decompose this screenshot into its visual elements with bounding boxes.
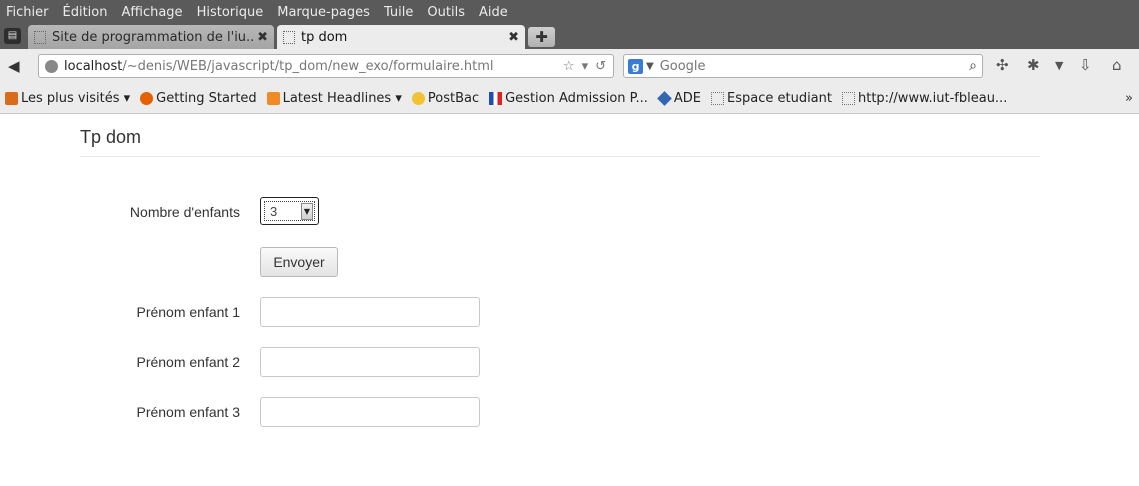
addon-icon[interactable]: ✣ xyxy=(996,56,1009,74)
dropdown-arrow-icon[interactable]: ▾ xyxy=(582,59,589,74)
bookmark-label: Getting Started xyxy=(156,91,257,106)
flag-icon xyxy=(489,92,503,105)
url-text[interactable]: localhost/~denis/WEB/javascript/tp_dom/n… xyxy=(64,59,563,74)
select-value: 3 xyxy=(270,203,278,219)
bookmark-label: ADE xyxy=(673,91,701,106)
menu-edit[interactable]: Édition xyxy=(63,5,108,20)
search-icon[interactable]: ⌕ xyxy=(969,58,977,74)
chevron-down-icon[interactable]: ▼ xyxy=(301,202,313,220)
reload-icon[interactable]: ↺ xyxy=(595,59,606,74)
chevron-right-icon[interactable]: » xyxy=(1125,91,1133,106)
tab-label: tp dom xyxy=(301,29,348,45)
menu-tile[interactable]: Tuile xyxy=(384,5,413,20)
page-content: Tp dom Nombre d'enfants 3 ▼ Envoyer Prén… xyxy=(0,115,1139,486)
bookmark-ade[interactable]: ADE xyxy=(657,91,701,106)
search-input[interactable] xyxy=(659,58,970,74)
select-focus-ring: 3 ▼ xyxy=(264,201,315,221)
bookmark-label: Espace etudiant xyxy=(727,91,832,106)
page-icon xyxy=(283,30,295,44)
tab-site-programmation[interactable]: Site de programmation de l'iu... ✖ xyxy=(28,25,274,49)
close-icon[interactable]: ✖ xyxy=(257,30,268,45)
menu-help[interactable]: Aide xyxy=(479,5,508,20)
tab-label: Site de programmation de l'iu... xyxy=(52,29,254,45)
bookmark-label: Les plus visités ▾ xyxy=(21,91,131,106)
children-count-label: Nombre d'enfants xyxy=(129,204,240,220)
bug-icon[interactable]: ✱ xyxy=(1027,56,1040,74)
send-button[interactable]: Envoyer xyxy=(260,247,338,277)
navigation-bar: ◀ localhost/~denis/WEB/javascript/tp_dom… xyxy=(0,49,1139,84)
ade-icon xyxy=(657,91,672,106)
home-icon[interactable]: ⌂ xyxy=(1112,56,1122,74)
folder-icon xyxy=(5,92,18,105)
blank-page-icon xyxy=(841,92,855,105)
bookmarks-toolbar: Les plus visités ▾ Getting Started Lates… xyxy=(0,84,1139,114)
search-bar[interactable]: g ▼ ⌕ xyxy=(623,54,983,78)
menu-history[interactable]: Historique xyxy=(197,5,264,20)
bookmark-label: Latest Headlines ▾ xyxy=(282,91,402,106)
bookmark-getting-started[interactable]: Getting Started xyxy=(140,91,257,106)
menu-view[interactable]: Affichage xyxy=(121,5,182,20)
page-icon xyxy=(34,30,46,44)
bookmark-postbac[interactable]: PostBac xyxy=(411,91,480,106)
bookmark-label: PostBac xyxy=(427,91,480,106)
child-name-input-3[interactable] xyxy=(260,397,480,427)
medal-icon xyxy=(411,92,425,105)
tab-tp-dom[interactable]: tp dom ✖ xyxy=(277,25,525,49)
firefox-icon xyxy=(140,92,154,105)
rss-icon xyxy=(266,92,280,105)
menu-file[interactable]: Fichier xyxy=(6,5,49,20)
download-icon[interactable]: ⇩ xyxy=(1079,56,1092,74)
globe-icon xyxy=(45,59,58,73)
bookmark-star-icon[interactable]: ☆ xyxy=(563,59,575,74)
tab-strip: ▤ Site de programmation de l'iu... ✖ tp … xyxy=(0,24,1139,49)
child-name-label-3: Prénom enfant 3 xyxy=(136,404,240,420)
divider xyxy=(80,156,1040,157)
dropdown-arrow-icon[interactable]: ▼ xyxy=(1055,59,1063,72)
bookmark-iut-fbleau[interactable]: http://www.iut-fbleau... xyxy=(841,91,1008,106)
bookmark-gestion-admission[interactable]: Gestion Admission P... xyxy=(489,91,648,106)
new-tab-button[interactable]: ✚ xyxy=(528,27,555,47)
menu-tools[interactable]: Outils xyxy=(427,5,465,20)
child-name-input-1[interactable] xyxy=(260,297,480,327)
tab-list-icon[interactable]: ▤ xyxy=(4,28,21,44)
bookmark-latest-headlines[interactable]: Latest Headlines ▾ xyxy=(266,91,402,106)
url-bar[interactable]: localhost/~denis/WEB/javascript/tp_dom/n… xyxy=(38,54,614,78)
dropdown-arrow-icon[interactable]: ▼ xyxy=(646,61,654,72)
child-name-label-2: Prénom enfant 2 xyxy=(136,354,240,370)
page-title: Tp dom xyxy=(80,127,142,147)
bookmark-espace-etudiant[interactable]: Espace etudiant xyxy=(711,91,832,106)
menu-bar: Fichier Édition Affichage Historique Mar… xyxy=(0,0,1139,24)
bookmark-most-visited[interactable]: Les plus visités ▾ xyxy=(5,91,130,106)
close-icon[interactable]: ✖ xyxy=(508,30,519,45)
child-name-label-1: Prénom enfant 1 xyxy=(136,304,240,320)
url-path: /~denis/WEB/javascript/tp_dom/new_exo/fo… xyxy=(122,58,494,74)
back-arrow-icon[interactable]: ◀ xyxy=(8,57,20,75)
bookmark-label: http://www.iut-fbleau... xyxy=(857,91,1008,106)
google-icon[interactable]: g xyxy=(628,58,643,74)
children-count-select[interactable]: 3 ▼ xyxy=(260,197,319,225)
url-host: localhost xyxy=(64,58,123,74)
blank-page-icon xyxy=(711,92,724,105)
child-name-input-2[interactable] xyxy=(260,347,480,377)
menu-bookmarks[interactable]: Marque-pages xyxy=(277,5,370,20)
bookmark-label: Gestion Admission P... xyxy=(505,91,648,106)
